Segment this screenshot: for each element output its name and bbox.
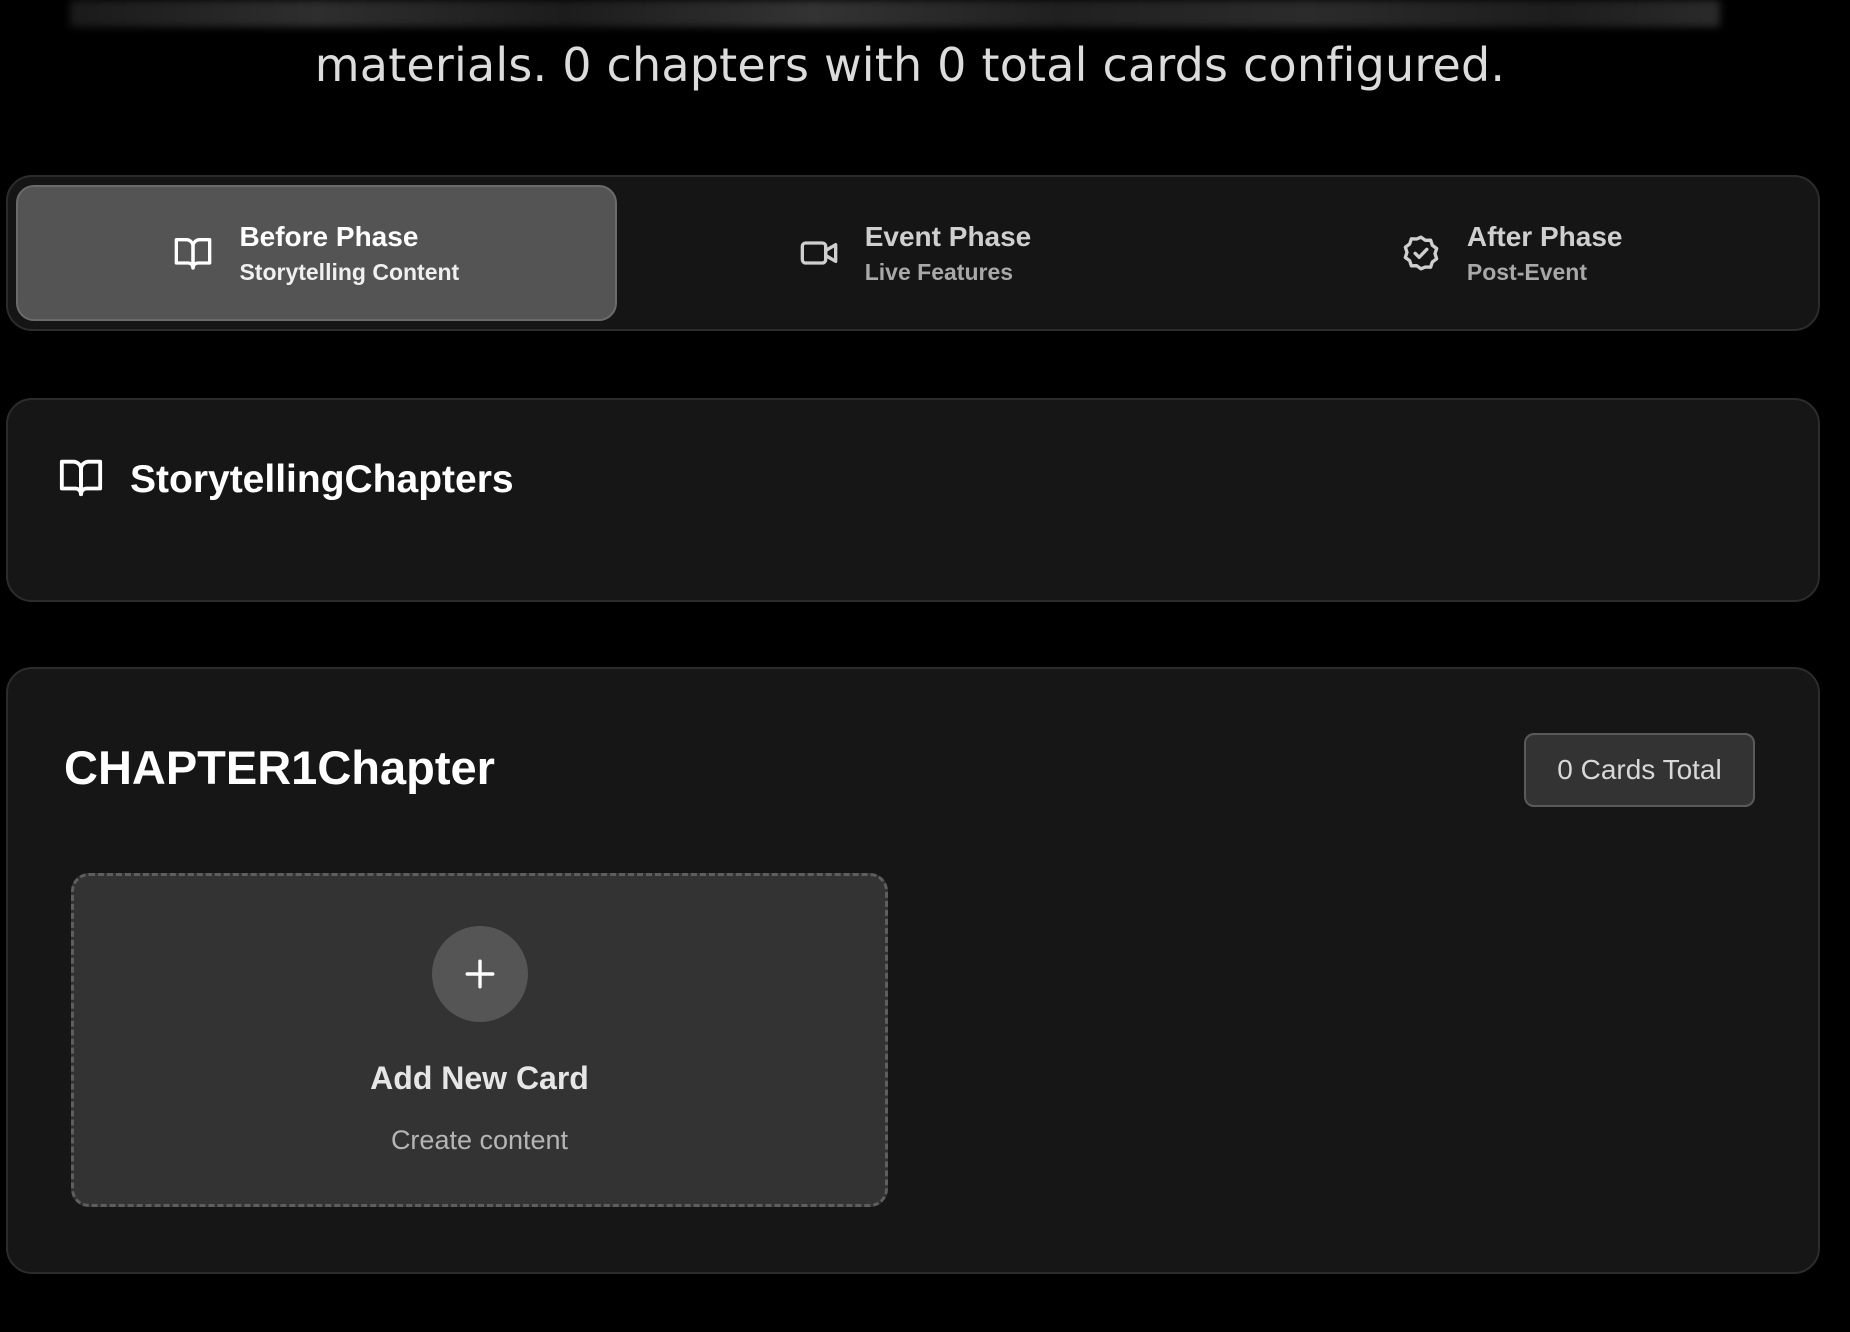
blurred-heading [70,0,1720,27]
storytelling-panel: StorytellingChapters [6,398,1820,602]
tab-title: Event Phase [864,220,1032,252]
plus-icon [431,926,528,1022]
chapter-title: CHAPTER1Chapter [64,741,495,794]
add-card-subtitle: Create content [390,1125,569,1155]
storytelling-header: StorytellingChapters [58,454,514,505]
video-camera-icon [799,233,839,273]
book-open-icon [58,454,104,505]
phase-tabs: Before Phase Storytelling Content Event … [6,175,1820,331]
tab-before-phase[interactable]: Before Phase Storytelling Content [16,185,617,321]
tab-title: Before Phase [239,220,419,252]
tab-subtitle: Post-Event [1466,258,1587,285]
intro-description: materials. 0 chapters with 0 total cards… [314,38,1506,92]
add-card-title: Add New Card [370,1060,589,1096]
section-title: StorytellingChapters [130,457,514,501]
tab-after-phase[interactable]: After Phase Post-Event [1213,185,1810,321]
check-badge-icon [1401,233,1441,273]
cards-count-badge: 0 Cards Total [1524,733,1755,807]
add-card-button[interactable]: Add New Card Create content [71,873,888,1207]
tab-subtitle: Storytelling Content [239,258,460,285]
tab-title: After Phase [1466,220,1623,252]
tab-subtitle: Live Features [864,258,1014,285]
book-open-icon [173,233,213,273]
tab-event-phase[interactable]: Event Phase Live Features [617,185,1214,321]
page: materials. 0 chapters with 0 total cards… [0,0,1850,1332]
